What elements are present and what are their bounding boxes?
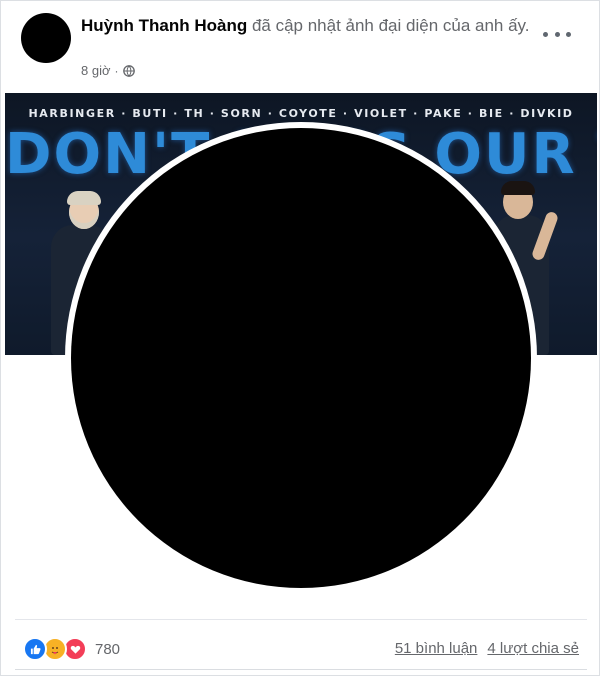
more-options-icon[interactable] [543, 23, 571, 45]
post-header: Huỳnh Thanh Hoàng đã cập nhật ảnh đại di… [1, 1, 600, 93]
post-title-line: Huỳnh Thanh Hoàng đã cập nhật ảnh đại di… [81, 15, 531, 37]
actions-divider [15, 669, 587, 670]
meta-separator: · [114, 63, 119, 78]
globe-icon[interactable] [122, 64, 135, 77]
like-icon [23, 637, 47, 661]
post-timestamp[interactable]: 8 giờ [81, 63, 111, 78]
post-meta: 8 giờ · [81, 63, 135, 78]
comments-link[interactable]: 51 bình luận [395, 640, 478, 657]
post-action-text: đã cập nhật ảnh đại diện của anh ấy. [247, 16, 530, 35]
author-avatar[interactable] [21, 13, 71, 63]
shares-link[interactable]: 4 lượt chia sẻ [487, 640, 579, 657]
reaction-summary[interactable]: 780 [23, 637, 120, 661]
author-name[interactable]: Huỳnh Thanh Hoàng [81, 16, 247, 35]
reaction-count[interactable]: 780 [95, 641, 120, 658]
engagement-stats: 51 bình luận 4 lượt chia sẻ [395, 640, 579, 657]
profile-photo[interactable] [71, 128, 531, 588]
footer-divider [15, 619, 587, 620]
cover-roster-text: HARBINGER · BUTI · TH · SORN · COYOTE · … [28, 107, 574, 120]
post-card: Huỳnh Thanh Hoàng đã cập nhật ảnh đại di… [0, 0, 600, 676]
